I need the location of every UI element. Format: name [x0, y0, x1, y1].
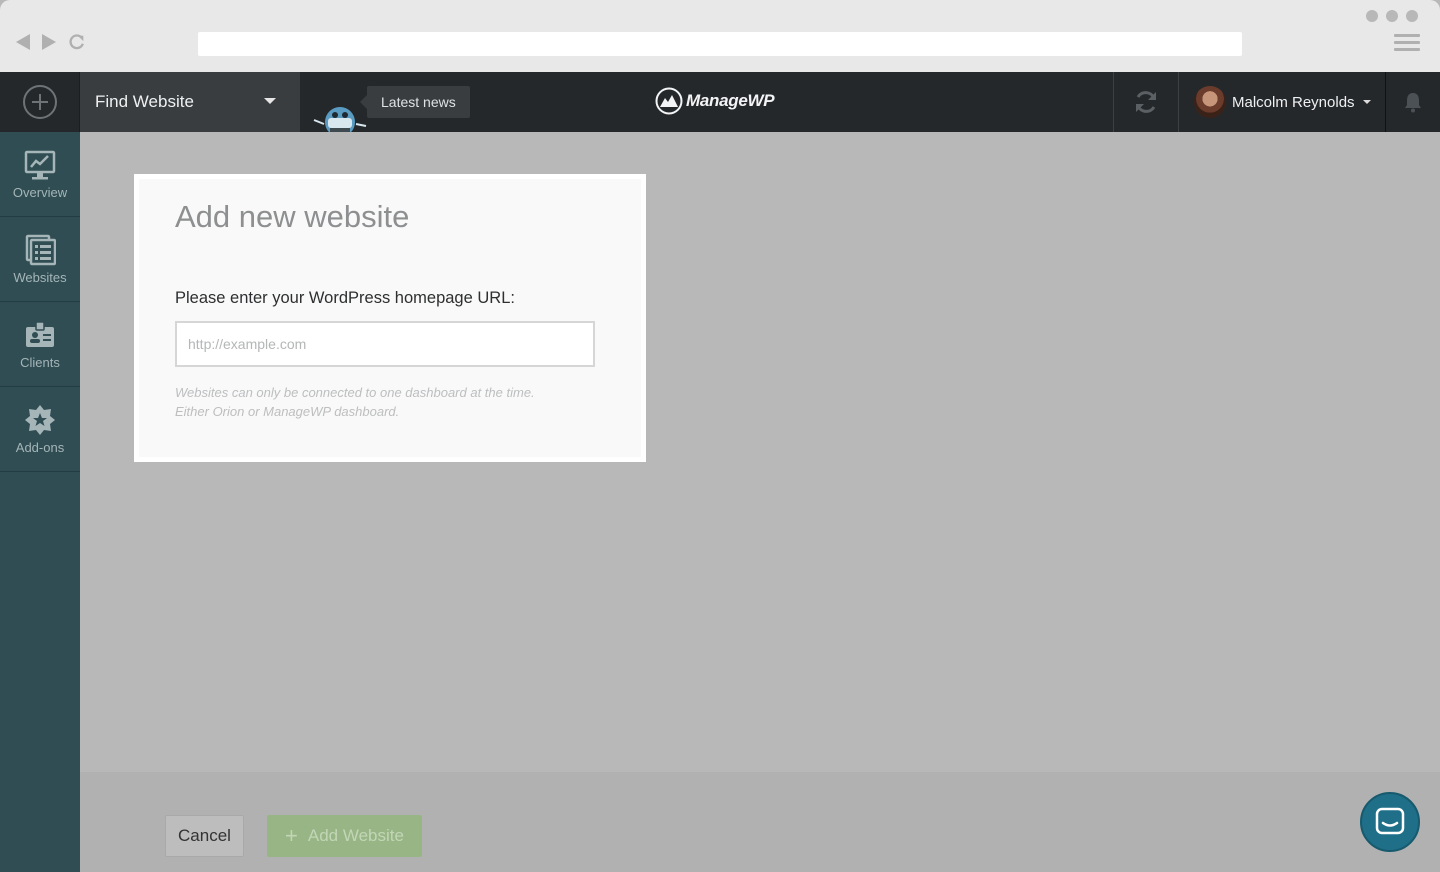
find-website-dropdown[interactable]: Find Website — [80, 72, 300, 132]
modal-body: Add new website Please enter your WordPr… — [139, 179, 641, 457]
latest-news-tooltip[interactable]: Latest news — [360, 86, 470, 118]
latest-news-label: Latest news — [381, 94, 456, 110]
add-website-button[interactable]: + Add Website — [267, 815, 422, 857]
sidebar-item-websites[interactable]: Websites — [0, 217, 80, 302]
client-badge-icon — [26, 320, 54, 347]
browser-chrome — [0, 0, 1440, 72]
modal-title: Add new website — [175, 199, 410, 234]
plus-icon: + — [285, 823, 298, 848]
managewp-logo-icon — [655, 87, 683, 115]
top-bar: Find Website Latest news ManageWP Malcol… — [0, 72, 1440, 132]
chat-launcher-button[interactable] — [1360, 792, 1420, 852]
forward-icon[interactable] — [42, 34, 56, 50]
sidebar-item-label: Overview — [12, 184, 68, 200]
bell-icon — [1405, 93, 1421, 113]
sidebar-item-label: Add-ons — [15, 439, 65, 455]
browser-menu-icon[interactable] — [1394, 34, 1420, 55]
add-website-label: Add Website — [307, 826, 404, 845]
caret-down-icon — [264, 98, 276, 104]
url-input[interactable] — [175, 321, 595, 367]
user-menu[interactable]: Malcolm Reynolds — [1180, 72, 1386, 132]
window-dot-icon[interactable] — [1406, 10, 1418, 22]
sidebar-item-overview[interactable]: Overview — [0, 132, 80, 217]
note-line-2: Either Orion or ManageWP dashboard. — [175, 404, 400, 419]
notifications-button[interactable] — [1386, 72, 1440, 132]
sidebar-item-label: Websites — [13, 269, 67, 285]
add-website-modal: Add new website Please enter your WordPr… — [134, 174, 646, 462]
addons-star-icon — [25, 404, 55, 435]
window-dot-icon[interactable] — [1386, 10, 1398, 22]
sidebar-item-addons[interactable]: Add-ons — [0, 387, 80, 472]
websites-list-icon — [25, 234, 56, 265]
add-website-circle-button[interactable] — [0, 72, 80, 132]
cancel-label: Cancel — [178, 826, 231, 845]
window-dot-icon[interactable] — [1366, 10, 1378, 22]
managewp-logo[interactable]: ManageWP — [655, 87, 775, 115]
reload-icon[interactable] — [68, 33, 86, 51]
modal-note: Websites can only be connected to one da… — [175, 383, 595, 421]
browser-nav — [16, 33, 86, 51]
sync-button[interactable] — [1113, 72, 1179, 132]
chart-monitor-icon — [24, 150, 56, 179]
sidebar-item-label: Clients — [20, 354, 60, 370]
url-field-label: Please enter your WordPress homepage URL… — [175, 289, 515, 307]
back-icon[interactable] — [16, 34, 30, 50]
sync-icon — [1136, 91, 1156, 113]
sidebar: Overview Websites Clients Add-ons — [0, 132, 80, 872]
plus-circle-icon — [22, 85, 57, 119]
address-bar[interactable] — [198, 32, 1242, 56]
avatar — [1194, 86, 1226, 118]
caret-down-icon — [1362, 100, 1371, 104]
sidebar-item-clients[interactable]: Clients — [0, 302, 80, 387]
logo-text: ManageWP — [686, 91, 775, 110]
chat-icon — [1375, 807, 1405, 835]
cancel-button[interactable]: Cancel — [165, 815, 244, 857]
note-line-1: Websites can only be connected to one da… — [175, 385, 535, 400]
find-website-label: Find Website — [95, 92, 194, 111]
user-name: Malcolm Reynolds — [1232, 93, 1355, 111]
window-controls — [1366, 10, 1418, 22]
